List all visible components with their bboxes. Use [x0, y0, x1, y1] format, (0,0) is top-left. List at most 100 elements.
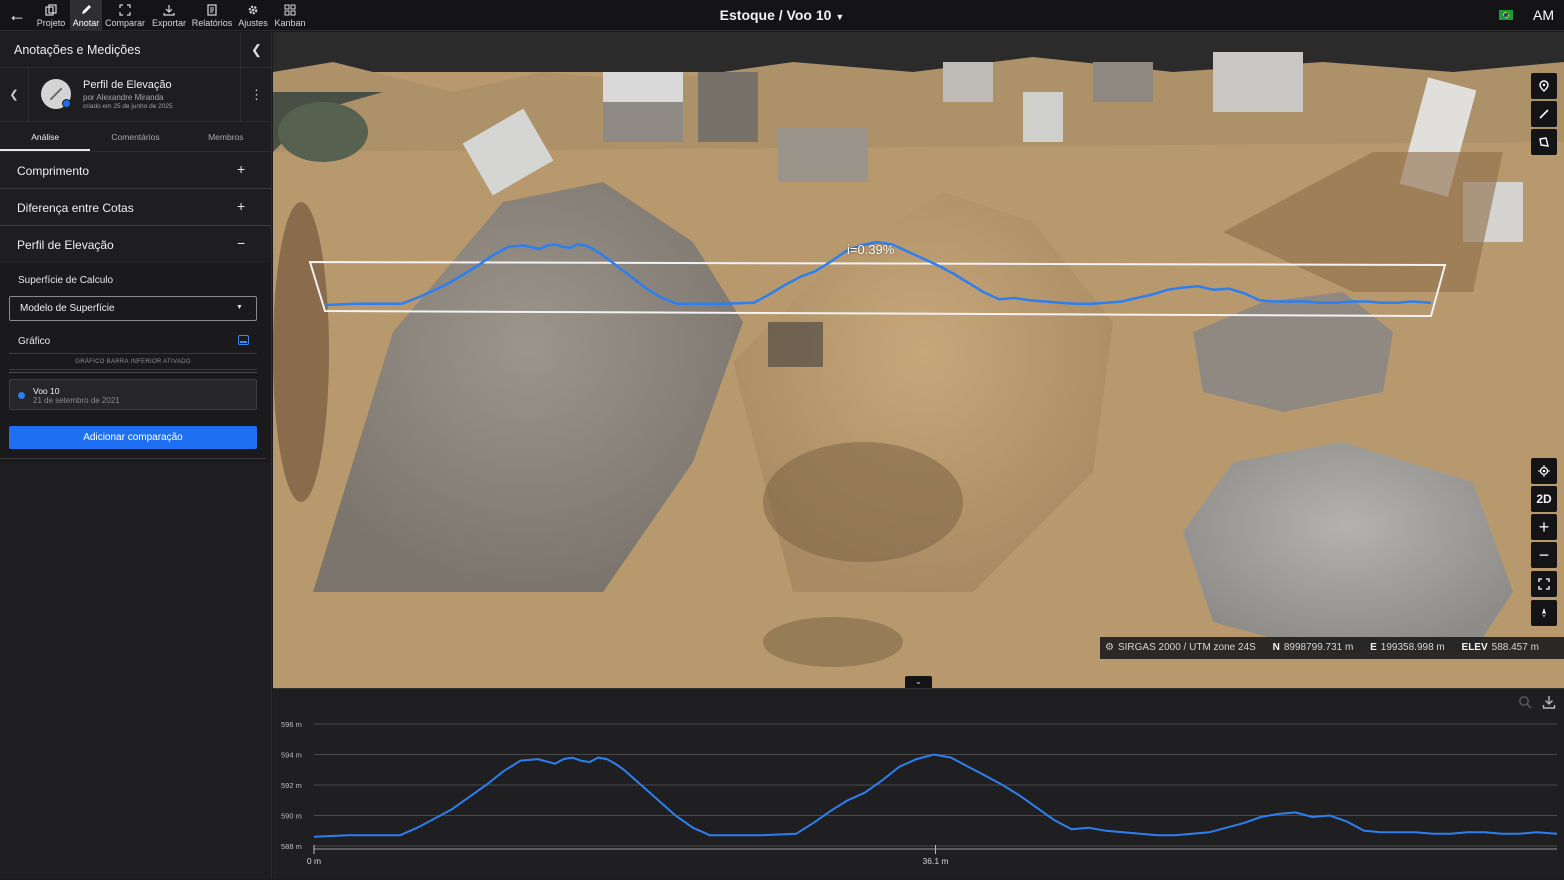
- crs-label: SIRGAS 2000 / UTM zone 24S: [1117, 642, 1256, 653]
- map-viewport[interactable]: i=0.39% 2D + − ⚙ SIRGAS 2000 / UTM zone 2…: [273, 32, 1564, 688]
- sidebar-tabs: Análise Comentários Membros: [0, 122, 271, 152]
- pencil-icon: [82, 4, 91, 14]
- gear-icon: [248, 5, 258, 14]
- x-tick-label: 0 m: [307, 856, 321, 866]
- annotation-created-date: criado em 25 de junho de 2025: [83, 103, 173, 110]
- elev-key: ELEV: [1461, 642, 1488, 653]
- structure: [943, 62, 993, 102]
- section-perfil-elevacao-label: Perfil de Elevação: [17, 238, 114, 252]
- annotation-card: ❮ Perfil de Elevação por Alexandre Miran…: [0, 68, 271, 122]
- divider: [9, 372, 257, 373]
- fullscreen-expand-icon[interactable]: [1531, 571, 1557, 597]
- flight-color-dot: [18, 392, 25, 399]
- toolbar-comparar-button[interactable]: Comparar: [103, 0, 147, 31]
- annotation-type-icon: [41, 79, 71, 109]
- flight-card[interactable]: Voo 10 21 de setembro de 2021: [9, 379, 257, 410]
- toolbar-projeto-button[interactable]: Projeto: [33, 0, 69, 31]
- annotation-author: por Alexandre Miranda: [83, 93, 164, 102]
- line-measure-tool-button[interactable]: [1531, 101, 1557, 127]
- compass-north-icon[interactable]: [1531, 600, 1557, 626]
- locate-target-button[interactable]: [1531, 458, 1557, 484]
- graph-bar-note: GRÁFICO BARRA INFERIOR ATIVADO: [9, 353, 257, 370]
- toggle-bottom-panel-chevron-icon[interactable]: ⌄: [905, 676, 932, 688]
- section-perfil-elevacao[interactable]: Perfil de Elevação −: [0, 226, 271, 263]
- tab-membros[interactable]: Membros: [181, 122, 271, 151]
- toolbar-kanban-button[interactable]: Kanban: [272, 0, 308, 31]
- toolbar-anotar-button[interactable]: Anotar: [70, 0, 102, 31]
- divider: [0, 458, 266, 459]
- polygon-tool-button[interactable]: [1531, 129, 1557, 155]
- flight-date: 21 de setembro de 2021: [33, 396, 120, 405]
- section-diferenca-cotas-label: Diferença entre Cotas: [17, 201, 134, 215]
- ground-shadow: [273, 202, 329, 502]
- surface-label: Superfície de Calculo: [18, 275, 114, 286]
- surface-select[interactable]: Modelo de Superfície ▼: [9, 296, 257, 321]
- download-icon[interactable]: [1542, 695, 1556, 709]
- section-comprimento[interactable]: Comprimento +: [0, 152, 271, 189]
- toolbar-projeto-label: Projeto: [36, 17, 66, 28]
- collapse-sidebar-chevron-icon[interactable]: ❮: [240, 32, 272, 68]
- y-tick-label: 588 m: [281, 842, 302, 851]
- wet-patch: [763, 442, 963, 562]
- pin-marker-tool-button[interactable]: [1531, 73, 1557, 99]
- brazil-flag-icon[interactable]: [1499, 10, 1513, 20]
- toolbar-ajustes-button[interactable]: Ajustes: [235, 0, 271, 31]
- copy-icon: [45, 3, 57, 16]
- view-mode-2d-button[interactable]: 2D: [1531, 486, 1557, 512]
- profile-series-line: [313, 753, 1558, 838]
- east-value: 199358.998 m: [1380, 642, 1445, 653]
- structure: [698, 72, 758, 142]
- toolbar-relatorios-button[interactable]: Relatórios: [190, 0, 234, 31]
- add-comparison-button[interactable]: Adicionar comparação: [9, 426, 257, 449]
- compare-icon: [119, 3, 131, 16]
- north-value: 8998799.731 m: [1283, 642, 1354, 653]
- back-arrow-icon[interactable]: ←: [6, 4, 28, 26]
- section-diferenca-cotas[interactable]: Diferença entre Cotas +: [0, 189, 271, 226]
- gear-icon[interactable]: ⚙: [1105, 637, 1114, 659]
- caret-down-icon: ▼: [236, 304, 243, 311]
- toolbar-exportar-button[interactable]: Exportar: [149, 0, 189, 31]
- toolbar-anotar-label: Anotar: [72, 17, 100, 28]
- vegetation: [278, 102, 368, 162]
- structure: [778, 127, 868, 182]
- section-comprimento-label: Comprimento: [17, 164, 90, 178]
- sidebar-title: Anotações e Medições: [14, 43, 141, 57]
- tab-analise[interactable]: Análise: [0, 122, 91, 151]
- user-avatar[interactable]: AM: [1531, 4, 1556, 27]
- zoom-in-plus-icon[interactable]: +: [1531, 514, 1557, 540]
- annotation-back-chevron-icon[interactable]: ❮: [0, 68, 29, 122]
- wet-patch: [763, 617, 903, 667]
- toolbar-kanban-label: Kanban: [274, 17, 306, 28]
- perfil-elevacao-body: Superfície de Calculo Modelo de Superfíc…: [0, 263, 271, 463]
- zoom-out-minus-icon[interactable]: −: [1531, 542, 1557, 568]
- elev-value: 588.457 m: [1491, 642, 1539, 653]
- toolbar-relatorios-label: Relatórios: [191, 17, 233, 28]
- truck: [1023, 92, 1063, 142]
- elevation-profile-chart[interactable]: 588 m 590 m 592 m 594 m 596 m 0 m 36.1 m: [273, 689, 1564, 880]
- toolbar-exportar-label: Exportar: [151, 17, 186, 28]
- flight-name: Voo 10: [33, 386, 60, 396]
- tab-comentarios[interactable]: Comentários: [90, 122, 180, 151]
- zoom-magnifier-icon[interactable]: [1518, 695, 1532, 709]
- east-key: E: [1370, 642, 1377, 653]
- project-title: Estoque / Voo 10: [719, 7, 832, 23]
- report-icon: [207, 3, 217, 16]
- project-title-dropdown[interactable]: Estoque / Voo 10 ▼: [720, 7, 845, 23]
- expand-plus-icon: +: [237, 198, 246, 214]
- structure: [1093, 62, 1153, 102]
- bottom-panel-toggle-icon[interactable]: [238, 335, 249, 345]
- aerial-scene: [273, 32, 1564, 688]
- elevation-profile-panel: 588 m 590 m 592 m 594 m 596 m 0 m 36.1 m: [273, 688, 1564, 879]
- x-tick-label: 36.1 m: [923, 856, 949, 866]
- surface-select-value: Modelo de Superfície: [20, 303, 115, 314]
- toolbar-ajustes-label: Ajustes: [238, 17, 268, 28]
- toolbar-comparar-label: Comparar: [104, 17, 145, 28]
- annotation-more-icon[interactable]: ⋮: [240, 68, 272, 122]
- building-roof: [603, 72, 683, 102]
- y-tick-label: 592 m: [281, 781, 302, 790]
- coordinate-readout: ⚙ SIRGAS 2000 / UTM zone 24S N 8998799.731…: [1100, 637, 1564, 659]
- sidebar-header: Anotações e Medições ❮: [0, 32, 271, 68]
- north-key: N: [1272, 642, 1280, 653]
- equipment: [768, 322, 823, 367]
- y-tick-label: 596 m: [281, 720, 302, 729]
